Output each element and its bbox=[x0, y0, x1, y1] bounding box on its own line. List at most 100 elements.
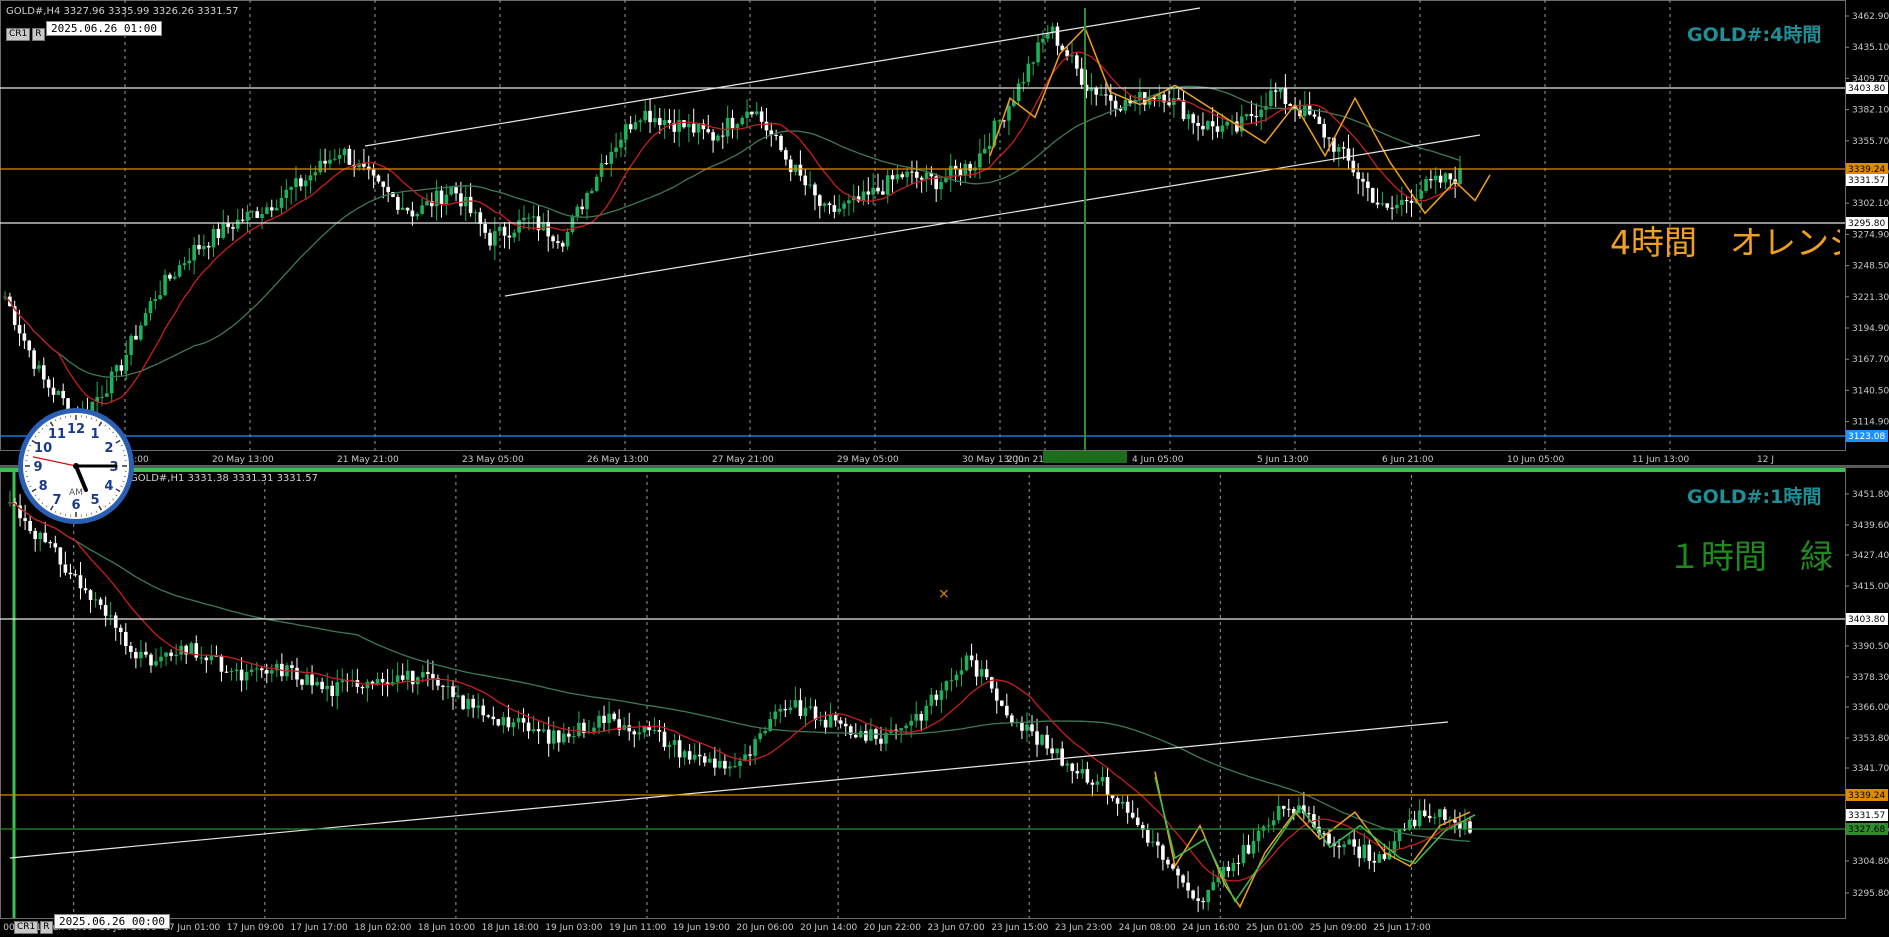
tag-r-h4[interactable]: R bbox=[32, 28, 45, 41]
chart-canvas-h4[interactable]: 3462.903435.103409.703382.103355.703328.… bbox=[0, 0, 1889, 465]
h1-candle-bear bbox=[919, 713, 924, 721]
h1-candle-bear bbox=[1412, 819, 1417, 827]
h1-time-label: 23 Jun 07:00 bbox=[928, 923, 985, 933]
h4-price-label: 3167.70 bbox=[1852, 355, 1889, 365]
h4-candle-bear bbox=[779, 135, 783, 151]
h4-candle-bear bbox=[788, 159, 793, 173]
h1-candle-bear bbox=[974, 660, 979, 677]
h1-candle-bull bbox=[979, 669, 984, 677]
chart-canvas-h1[interactable]: 3451.80 3439.60 3427.40 3415.00 3390.50 3378.… bbox=[0, 468, 1889, 937]
h4-candle-bear bbox=[876, 187, 880, 192]
h1-candle-bear bbox=[330, 685, 335, 697]
h4-price-label: 3114.90 bbox=[1852, 418, 1889, 428]
tag-cr1-h4[interactable]: CR1 bbox=[6, 28, 31, 41]
h1-candle-bull bbox=[229, 671, 234, 673]
h1-candle-bull bbox=[305, 674, 309, 685]
h1-trendline[interactable] bbox=[9, 721, 1449, 859]
h1-candle-bull bbox=[365, 681, 370, 689]
h1-candle-bear bbox=[259, 668, 264, 671]
h1-time-label: 18 Jun 10:00 bbox=[418, 923, 475, 933]
h1-candle-bull bbox=[405, 670, 410, 680]
h1-candle-bull bbox=[38, 532, 43, 540]
h1-candle-bear bbox=[310, 674, 314, 686]
h1-candle-bull bbox=[577, 722, 581, 737]
h4-candle-bull bbox=[192, 244, 196, 261]
h4-candle-bear bbox=[667, 120, 672, 123]
symbol-quote-h1: GOLD#,H1 3331.38 3331.31 3331.57 bbox=[130, 473, 318, 484]
h1-candle-bear bbox=[204, 657, 209, 661]
h1-candle-bear bbox=[1070, 763, 1075, 772]
h1-candle-bear bbox=[879, 738, 883, 744]
h4-candle-bear bbox=[1273, 90, 1278, 92]
h4-candle-bull bbox=[740, 117, 744, 125]
tag-cr1-h1[interactable]: CR1 bbox=[14, 921, 39, 934]
h4-candle-bear bbox=[657, 118, 662, 126]
h4-candle-bear bbox=[958, 169, 963, 176]
h4-candle-bear bbox=[730, 117, 735, 129]
h4-candle-bull bbox=[725, 117, 730, 137]
h1-candle-bear bbox=[1352, 839, 1357, 847]
h4-candle-bear bbox=[1361, 178, 1365, 182]
h4-candle-bear bbox=[468, 196, 473, 214]
h4-candle-bear bbox=[1327, 137, 1331, 139]
h4-candle-bull bbox=[337, 155, 342, 159]
h4-plot-frame bbox=[0, 0, 1846, 451]
h4-candle-bull bbox=[139, 325, 143, 340]
h1-candle-bear bbox=[748, 754, 752, 756]
h1-candle-bear bbox=[798, 700, 803, 716]
h1-candle-bull bbox=[637, 732, 642, 735]
h4-candle-bull bbox=[158, 295, 162, 300]
tag-r-h1[interactable]: R bbox=[40, 921, 53, 934]
h1-candle-bull bbox=[1065, 763, 1070, 766]
h1-candle-bear bbox=[1186, 882, 1190, 891]
h1-price-label: 3390.50 bbox=[1852, 642, 1889, 652]
h1-candle-bear bbox=[1201, 900, 1205, 903]
h4-candle-bull bbox=[527, 217, 531, 219]
h1-candle-bear bbox=[823, 719, 828, 728]
h4-candle-bear bbox=[255, 211, 259, 219]
h4-candle-bear bbox=[197, 244, 201, 250]
h1-candle-bear bbox=[300, 679, 304, 685]
h1-candle-bull bbox=[1271, 820, 1276, 826]
h4-candle-bear bbox=[1201, 125, 1205, 130]
h4-candle-bear bbox=[119, 365, 124, 371]
h4-candle-bull bbox=[289, 187, 293, 190]
h4-candle-bull bbox=[236, 219, 240, 229]
h4-price-label: 3355.70 bbox=[1852, 137, 1889, 147]
h4-channel-lower-trendline[interactable] bbox=[504, 134, 1481, 297]
h1-candle-bear bbox=[118, 627, 123, 633]
h4-time-label: 20 May 13:00 bbox=[212, 455, 274, 465]
h1-candle-bear bbox=[1166, 859, 1170, 865]
h1-candle-bear bbox=[1246, 844, 1251, 854]
h1-candle-bear bbox=[78, 575, 83, 589]
tag-group-h4: CR1 R bbox=[6, 21, 47, 41]
chart-pane-h4[interactable]: 3462.903435.103409.703382.103355.703328.… bbox=[0, 0, 1889, 465]
analog-clock-widget[interactable]: 121234567891011 AM bbox=[16, 406, 136, 526]
h1-candle-bear bbox=[567, 733, 571, 737]
h4-candle-bear bbox=[1079, 68, 1084, 85]
h4-candle-bear bbox=[1104, 94, 1108, 96]
tag-group-h1: CR1 R bbox=[14, 914, 55, 934]
h4-candle-bull bbox=[449, 187, 453, 195]
h1-candle-bull bbox=[335, 682, 340, 697]
h1-candle-bull bbox=[1266, 825, 1271, 827]
h1-candle-bear bbox=[149, 654, 153, 666]
h4-candle-bull bbox=[182, 263, 187, 266]
h1-candle-bear bbox=[1045, 734, 1049, 749]
h4-candle-bear bbox=[910, 171, 914, 173]
h4-candle-bull bbox=[754, 111, 759, 115]
clock-am-label: AM bbox=[69, 488, 83, 498]
h1-time-label: 24 Jun 08:00 bbox=[1119, 923, 1176, 933]
h4-candle-bull bbox=[153, 299, 158, 302]
h4-candle-bear bbox=[1341, 147, 1346, 149]
h1-time-label: 20 Jun 14:00 bbox=[800, 923, 857, 933]
h1-hline-resistance-tag-text: 3403.80 bbox=[1848, 615, 1885, 625]
h1-candle-bear bbox=[1196, 898, 1200, 901]
h1-candle-bear bbox=[194, 643, 199, 658]
h4-candle-bull bbox=[1045, 33, 1050, 39]
h1-candle-bull bbox=[1276, 806, 1281, 821]
h1-price-label: 3451.80 bbox=[1852, 490, 1889, 500]
clock-number: 4 bbox=[104, 479, 113, 494]
chart-pane-h1[interactable]: 3451.80 3439.60 3427.40 3415.00 3390.50 3378.… bbox=[0, 468, 1889, 937]
h4-time-label: 4 Jun 05:00 bbox=[1132, 455, 1184, 465]
